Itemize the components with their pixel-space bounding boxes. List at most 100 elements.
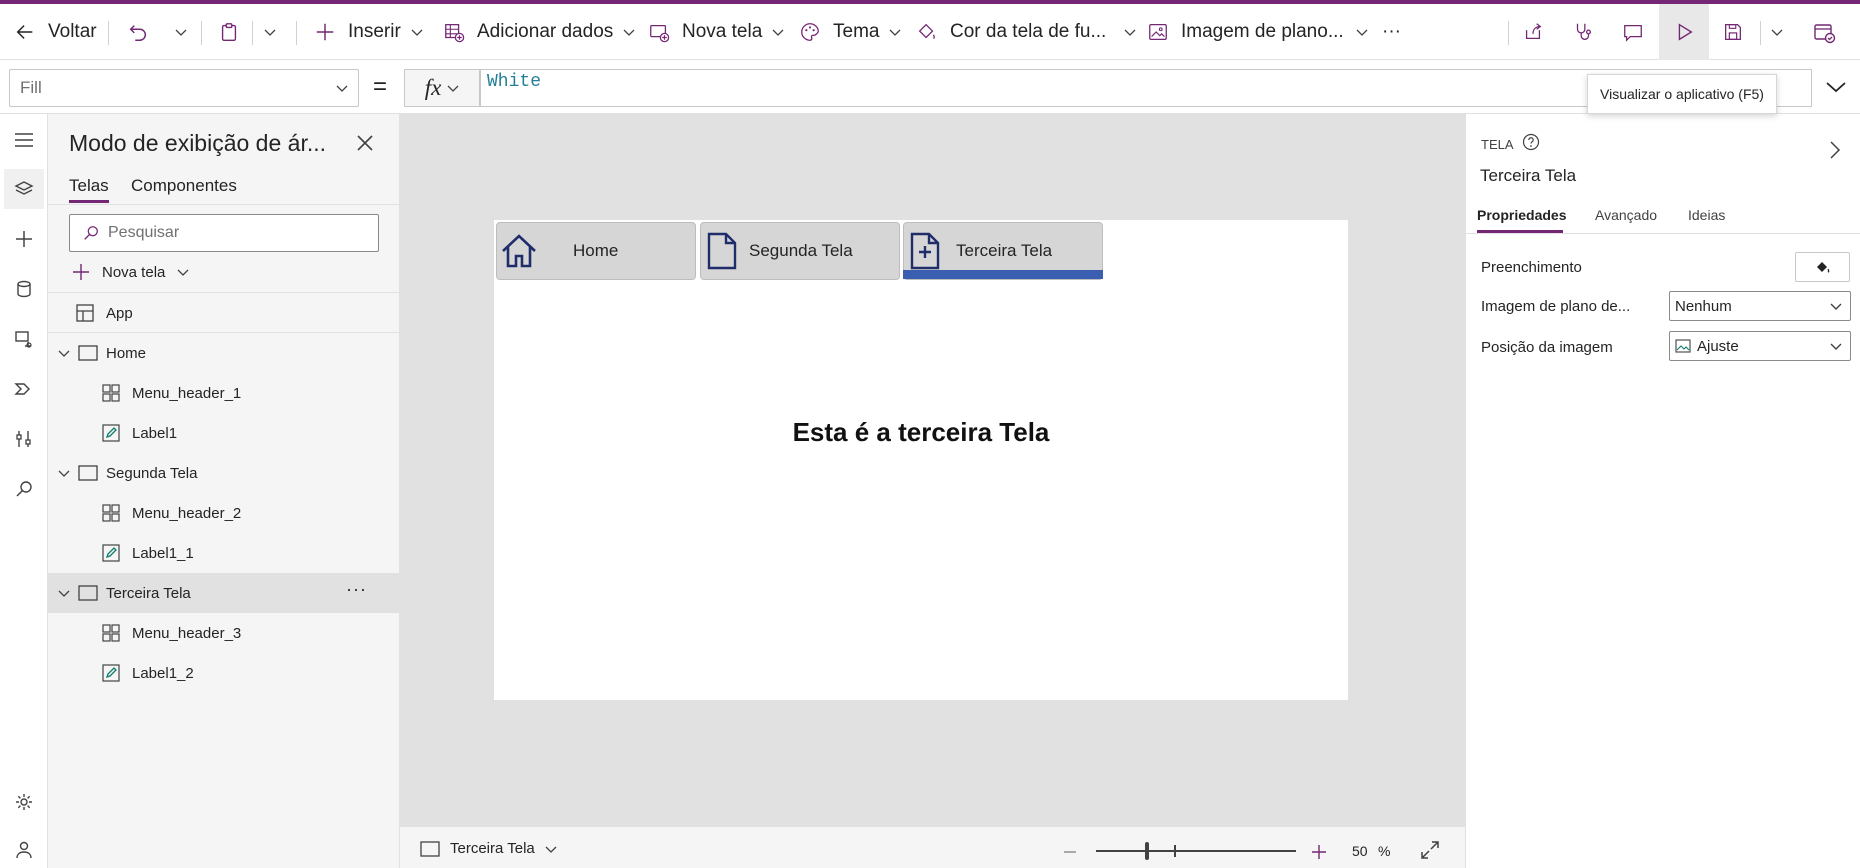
new-screen-button[interactable]: Nova tela	[648, 4, 784, 60]
paste-dropdown[interactable]	[264, 4, 276, 60]
fit-to-window-button[interactable]	[1420, 840, 1440, 860]
fill-color-picker[interactable]	[1795, 252, 1850, 282]
equals-sign: =	[373, 73, 388, 100]
zoom-unit: %	[1378, 843, 1391, 859]
theme-button[interactable]: Tema	[799, 4, 901, 60]
image-icon	[1675, 339, 1691, 353]
nav-button-home[interactable]: Home	[496, 222, 696, 280]
menu-button[interactable]	[4, 120, 44, 160]
tab-ideas[interactable]: Ideias	[1688, 207, 1725, 223]
zoom-slider-default-tick	[1174, 845, 1176, 857]
new-screen-icon	[650, 24, 670, 43]
app-screen-canvas[interactable]	[494, 220, 1348, 700]
nav-button-second-screen[interactable]: Segunda Tela	[700, 222, 900, 280]
share-button[interactable]	[1522, 4, 1544, 60]
power-automate-rail-button[interactable]	[4, 369, 44, 409]
chevron-down-icon	[411, 29, 423, 36]
tab-properties[interactable]: Propriedades	[1477, 207, 1566, 223]
add-data-label: Adicionar dados	[477, 21, 614, 42]
settings-button[interactable]	[4, 782, 44, 822]
insert-button[interactable]: Inserir	[314, 4, 423, 60]
advanced-tools-rail-button[interactable]	[4, 419, 44, 459]
tab-screens[interactable]: Telas	[69, 176, 109, 196]
clipboard-icon	[221, 23, 237, 41]
new-screen-tree-button[interactable]: Nova tela	[72, 262, 189, 282]
screen-selector-label: Terceira Tela	[450, 840, 535, 857]
tree-item-label: Menu_header_3	[132, 624, 242, 642]
divider	[108, 21, 109, 45]
tools-icon	[16, 431, 31, 447]
help-button[interactable]	[1522, 133, 1540, 151]
tree-item-component[interactable]: Menu_header_3	[48, 613, 400, 653]
tab-components[interactable]: Componentes	[131, 176, 237, 196]
comments-button[interactable]	[1622, 4, 1644, 60]
bg-image-prop-label: Imagem de plano de...	[1481, 298, 1631, 315]
bg-image-select[interactable]: Nenhum	[1669, 291, 1851, 321]
save-dropdown[interactable]	[1771, 4, 1783, 60]
search-rail-button[interactable]	[4, 469, 44, 509]
tree-item-label-control[interactable]: Label1_2	[48, 653, 400, 693]
back-label: Voltar	[48, 21, 97, 42]
save-icon	[1725, 24, 1741, 40]
plus-icon	[316, 23, 334, 41]
bot-icon	[16, 841, 32, 859]
stethoscope-icon	[1576, 23, 1591, 40]
zoom-slider-track[interactable]	[1096, 850, 1296, 852]
more-commands-button[interactable]: ···	[1382, 4, 1401, 60]
image-position-select[interactable]: Ajuste	[1669, 331, 1851, 361]
nav-button-label: Terceira Tela	[956, 241, 1053, 260]
zoom-out-button[interactable]	[1062, 844, 1078, 860]
tree-item-label-control[interactable]: Label1_1	[48, 533, 400, 573]
screen-selector[interactable]: Terceira Tela	[420, 840, 557, 857]
tree-item-component[interactable]: Menu_header_2	[48, 493, 400, 533]
property-selector[interactable]: Fill	[9, 69, 359, 107]
close-panel-button[interactable]	[356, 134, 374, 152]
undo-dropdown[interactable]	[175, 4, 187, 60]
back-button[interactable]: Voltar	[14, 4, 97, 60]
function-button[interactable]: fx	[404, 69, 480, 107]
tree-item-component[interactable]: Menu_header_1	[48, 373, 400, 413]
tree-item-label-control[interactable]: Label1	[48, 413, 400, 453]
tree-item-screen-selected[interactable]: Terceira Tela ···	[48, 573, 400, 613]
add-data-button[interactable]: Adicionar dados	[443, 4, 635, 60]
media-rail-button[interactable]	[4, 319, 44, 359]
tree-item-screen[interactable]: Segunda Tela	[48, 453, 400, 493]
label-edit-icon	[102, 664, 120, 682]
paste-button[interactable]	[218, 4, 240, 60]
image-position-value: Ajuste	[1697, 337, 1739, 355]
tab-advanced[interactable]: Avançado	[1595, 207, 1657, 223]
bg-image-button[interactable]: Imagem de plano...	[1147, 4, 1368, 60]
collapse-panel-button[interactable]	[1829, 140, 1841, 160]
screen-label-text[interactable]: Esta é a terceira Tela	[494, 417, 1348, 448]
image-position-label: Posição da imagem	[1481, 339, 1613, 356]
zoom-in-button[interactable]	[1311, 844, 1327, 860]
nav-button-label: Home	[573, 241, 619, 260]
app-checker-button[interactable]	[1572, 4, 1594, 60]
preview-app-button[interactable]	[1659, 4, 1709, 60]
tree-view-button[interactable]	[4, 169, 44, 209]
undo-button[interactable]	[127, 4, 149, 60]
tree-item-label: Label1_1	[132, 544, 194, 562]
component-icon	[102, 384, 120, 402]
database-icon	[17, 280, 31, 298]
plus-icon	[1312, 845, 1326, 859]
tree-item-app[interactable]: App	[48, 293, 400, 333]
save-button[interactable]	[1722, 4, 1744, 60]
chevron-right-icon	[1830, 141, 1841, 159]
zoom-slider-thumb[interactable]	[1145, 842, 1149, 860]
chevron-down-icon	[336, 85, 348, 92]
hamburger-icon	[15, 133, 33, 147]
chevron-down-icon	[1830, 303, 1842, 310]
publish-button[interactable]	[1812, 4, 1836, 60]
insert-rail-button[interactable]	[4, 219, 44, 259]
search-input[interactable]: Pesquisar	[69, 214, 379, 252]
more-options-button[interactable]: ···	[346, 579, 367, 600]
tree-item-screen[interactable]: Home	[48, 333, 400, 373]
virtual-agent-button[interactable]	[4, 830, 44, 868]
data-rail-button[interactable]	[4, 269, 44, 309]
tree-item-label: Terceira Tela	[106, 584, 191, 602]
share-icon	[1525, 23, 1542, 40]
expand-formula-button[interactable]	[1825, 78, 1847, 96]
bg-color-button[interactable]: Cor da tela de fu...	[916, 4, 1136, 60]
document-add-icon	[910, 232, 940, 270]
